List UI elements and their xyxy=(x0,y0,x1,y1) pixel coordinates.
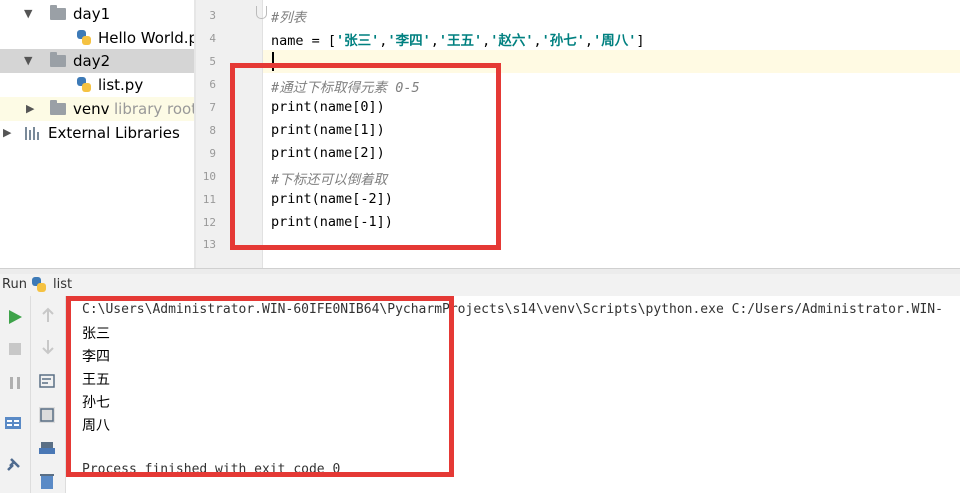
tree-item-hello-world[interactable]: Hello World.py xyxy=(0,26,194,50)
code-text: ] xyxy=(636,33,645,49)
line-number: 12 xyxy=(202,216,216,229)
run-config-tab[interactable]: list xyxy=(53,277,72,292)
print-icon[interactable] xyxy=(38,440,56,458)
python-file-icon xyxy=(76,77,91,92)
python-file-icon xyxy=(31,277,46,292)
pin-icon[interactable] xyxy=(4,456,22,474)
tree-item-list-py[interactable]: list.py xyxy=(0,73,194,97)
fold-marker-icon[interactable] xyxy=(256,6,267,19)
code-highlight-box xyxy=(230,63,501,250)
string-literal: '李四' xyxy=(387,33,431,49)
chevron-down-icon[interactable]: ▼ xyxy=(24,2,32,26)
arrow-up-icon[interactable] xyxy=(39,306,57,324)
project-tree: ▼ day1 Hello World.py ▼ day2 list.py ▶ v… xyxy=(0,0,194,270)
run-toolbar xyxy=(0,296,31,493)
line-number: 10 xyxy=(202,170,216,183)
string-literal: '王五' xyxy=(438,33,483,49)
pause-icon[interactable] xyxy=(6,374,24,392)
line-number: 6 xyxy=(209,78,216,91)
folder-icon xyxy=(50,5,66,20)
code-text: name = [ xyxy=(271,33,337,49)
line-number: 8 xyxy=(209,124,216,137)
run-icon[interactable] xyxy=(6,308,24,326)
chevron-down-icon[interactable]: ▼ xyxy=(24,49,32,73)
string-literal: '周八' xyxy=(593,33,637,49)
run-tool-header: Run list xyxy=(0,274,960,297)
string-literal: '张三' xyxy=(336,33,380,49)
tree-item-venv[interactable]: ▶ venv library root xyxy=(0,97,194,121)
trash-icon[interactable] xyxy=(38,472,56,490)
folder-icon xyxy=(50,100,66,115)
arrow-down-icon[interactable] xyxy=(39,338,57,356)
string-literal: '孙七' xyxy=(541,33,585,49)
string-literal: '赵六' xyxy=(490,33,534,49)
tree-item-label: list.py xyxy=(98,76,144,94)
tree-item-label: Hello World.py xyxy=(98,29,194,47)
code-line-name-list: name = ['张三','李四','王五','赵六','孙七','周八'] xyxy=(271,33,645,49)
line-number: 7 xyxy=(209,101,216,114)
library-root-hint: library root xyxy=(114,100,194,118)
tree-item-label: venv xyxy=(73,100,110,118)
output-highlight-box xyxy=(66,296,454,477)
line-number: 3 xyxy=(209,9,216,22)
folder-icon xyxy=(50,52,66,67)
tree-item-external-libraries[interactable]: ▶ External Libraries xyxy=(0,121,194,145)
tree-item-day1[interactable]: ▼ day1 xyxy=(0,2,194,26)
layout-icon[interactable] xyxy=(4,414,22,432)
soft-wrap-icon[interactable] xyxy=(38,372,56,390)
run-toolbar-secondary xyxy=(31,296,66,493)
line-number: 9 xyxy=(209,147,216,160)
python-file-icon xyxy=(76,30,91,45)
chevron-right-icon[interactable]: ▶ xyxy=(26,97,34,121)
libraries-icon xyxy=(25,127,43,140)
line-number: 11 xyxy=(202,193,216,206)
line-number: 4 xyxy=(209,32,216,45)
code-line: #列表 xyxy=(271,10,307,26)
tree-item-label: External Libraries xyxy=(48,124,180,142)
tree-item-day2[interactable]: ▼ day2 xyxy=(0,49,194,73)
chevron-right-icon[interactable]: ▶ xyxy=(3,121,11,145)
scroll-to-end-icon[interactable] xyxy=(38,406,56,424)
stop-icon[interactable] xyxy=(6,340,24,358)
line-number: 13 xyxy=(202,238,216,251)
tree-item-label: day2 xyxy=(73,52,111,70)
line-number: 5 xyxy=(209,55,216,68)
tree-item-label: day1 xyxy=(73,5,111,23)
run-title: Run xyxy=(2,277,27,292)
